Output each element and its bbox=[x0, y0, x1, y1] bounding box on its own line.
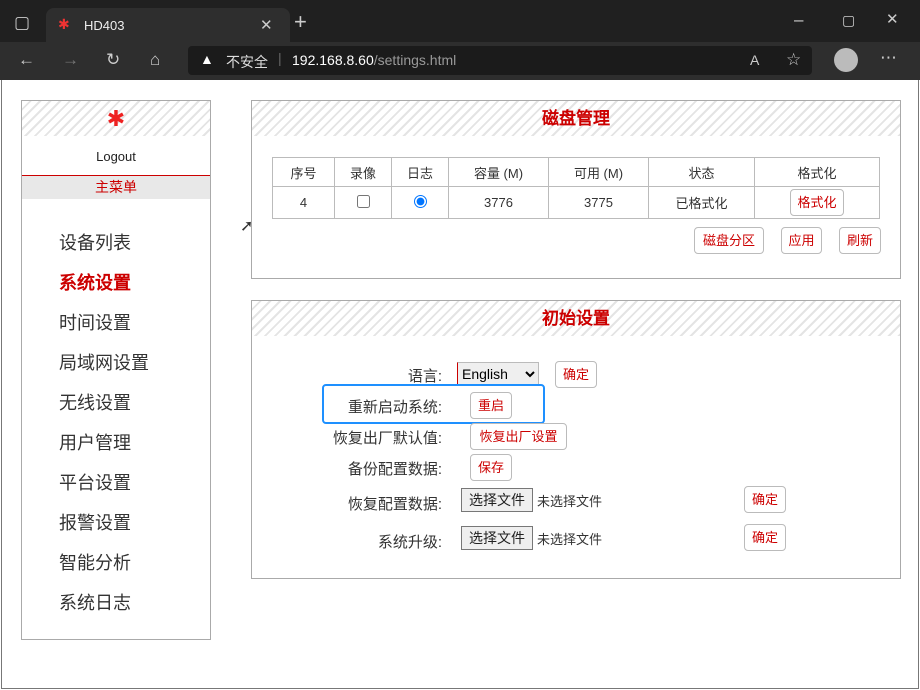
address-bar[interactable]: ▲ 不安全 | 192.168.8.60/settings.html A ☆ bbox=[188, 46, 812, 75]
maple-leaf-icon: ✱ bbox=[58, 16, 70, 32]
sidebar-item-lan[interactable]: 局域网设置 bbox=[59, 349, 149, 375]
mouse-cursor-icon: ➚ bbox=[240, 218, 254, 235]
security-label[interactable]: 不安全 bbox=[226, 52, 268, 72]
maple-leaf-logo-icon: ✱ bbox=[106, 106, 126, 131]
disk-index: 4 bbox=[272, 186, 335, 219]
sidebar-item-system-settings[interactable]: 系统设置 bbox=[59, 269, 131, 295]
url-path: /settings.html bbox=[373, 52, 457, 68]
upgrade-choose-file-button[interactable]: 选择文件 bbox=[461, 526, 533, 550]
close-tab-icon[interactable]: ✕ bbox=[260, 16, 273, 36]
factory-reset-label: 恢复出厂默认值: bbox=[332, 430, 442, 447]
forward-icon[interactable]: → bbox=[62, 50, 79, 70]
profile-avatar[interactable] bbox=[834, 48, 858, 72]
panel-title: 初始设置 bbox=[252, 301, 900, 336]
warning-icon: ▲ bbox=[200, 51, 214, 67]
reload-icon[interactable]: ↻ bbox=[106, 50, 120, 70]
sidebar-item-alarm[interactable]: 报警设置 bbox=[59, 509, 131, 535]
back-icon[interactable]: ← bbox=[18, 50, 35, 70]
maximize-icon[interactable]: ▢ bbox=[842, 10, 855, 30]
restore-confirm-button[interactable]: 确定 bbox=[744, 486, 786, 513]
home-icon[interactable]: ⌂ bbox=[150, 50, 160, 70]
tab-actions-icon[interactable]: ▢ bbox=[14, 13, 30, 33]
sidebar-item-platform[interactable]: 平台设置 bbox=[59, 469, 131, 495]
partition-button[interactable]: 磁盘分区 bbox=[694, 227, 764, 254]
more-icon[interactable]: ⋯ bbox=[880, 48, 897, 68]
sidebar-item-analytics[interactable]: 智能分析 bbox=[59, 549, 131, 575]
column-header: 日志 bbox=[391, 157, 449, 187]
reboot-label: 重新启动系统: bbox=[347, 399, 442, 416]
language-label: 语言: bbox=[407, 368, 442, 385]
language-confirm-button[interactable]: 确定 bbox=[555, 361, 597, 388]
sidebar-item-devices[interactable]: 设备列表 bbox=[59, 229, 131, 255]
sidebar-item-logs[interactable]: 系统日志 bbox=[59, 589, 131, 615]
browser-toolbar: ← → ↻ ⌂ ▲ 不安全 | 192.168.8.60/settings.ht… bbox=[0, 42, 920, 80]
apply-button[interactable]: 应用 bbox=[781, 227, 822, 254]
available: 3775 bbox=[548, 186, 649, 219]
url-host: 192.168.8.60 bbox=[292, 52, 374, 68]
table-row: 4 3776 3775 已格式化 格式化 bbox=[272, 186, 880, 219]
restore-label: 恢复配置数据: bbox=[347, 496, 442, 513]
new-tab-icon[interactable]: + bbox=[294, 11, 307, 33]
column-header: 录像 bbox=[334, 157, 392, 187]
log-radio[interactable] bbox=[413, 194, 427, 208]
restore-choose-file-button[interactable]: 选择文件 bbox=[461, 488, 533, 512]
restore-file-status: 未选择文件 bbox=[537, 494, 603, 509]
backup-save-button[interactable]: 保存 bbox=[470, 454, 512, 481]
upgrade-file-status: 未选择文件 bbox=[537, 532, 603, 547]
factory-reset-button[interactable]: 恢复出厂设置 bbox=[470, 423, 567, 450]
logout-link[interactable]: Logout bbox=[22, 149, 210, 164]
sidebar-item-wireless[interactable]: 无线设置 bbox=[59, 389, 131, 415]
minimize-icon[interactable]: – bbox=[794, 10, 803, 30]
capacity: 3776 bbox=[448, 186, 549, 219]
upgrade-confirm-button[interactable]: 确定 bbox=[744, 524, 786, 551]
divider: | bbox=[278, 50, 282, 66]
sidebar-item-users[interactable]: 用户管理 bbox=[59, 429, 131, 455]
browser-tab[interactable]: ✱ HD403 ✕ bbox=[46, 8, 290, 44]
format-button[interactable]: 格式化 bbox=[790, 189, 844, 216]
status: 已格式化 bbox=[648, 186, 755, 219]
column-header: 容量 (M) bbox=[448, 157, 549, 187]
backup-label: 备份配置数据: bbox=[347, 461, 442, 478]
reboot-button[interactable]: 重启 bbox=[470, 392, 512, 419]
record-checkbox[interactable] bbox=[356, 194, 370, 208]
language-select[interactable]: English bbox=[457, 362, 539, 386]
tab-title: HD403 bbox=[84, 18, 125, 33]
favorite-icon[interactable]: ☆ bbox=[786, 50, 801, 70]
column-header: 序号 bbox=[272, 157, 335, 187]
read-aloud-icon[interactable]: A bbox=[750, 50, 759, 70]
column-header: 可用 (M) bbox=[548, 157, 649, 187]
sidebar-item-time[interactable]: 时间设置 bbox=[59, 309, 131, 335]
panel-title: 磁盘管理 bbox=[252, 101, 900, 136]
logo-header: ✱ bbox=[22, 101, 210, 136]
tab-bar: ▢ ✱ HD403 ✕ + – ▢ ✕ bbox=[0, 0, 920, 44]
upgrade-label: 系统升级: bbox=[377, 534, 442, 551]
column-header: 状态 bbox=[648, 157, 755, 187]
main-menu-header: 主菜单 bbox=[22, 175, 210, 199]
refresh-button[interactable]: 刷新 bbox=[839, 227, 881, 254]
disk-table: 序号 录像 日志 容量 (M) 可用 (M) 状态 格式化 4 3776 377… bbox=[272, 157, 880, 219]
sidebar: ✱ Logout 主菜单 设备列表 系统设置 时间设置 局域网设置 无线设置 用… bbox=[21, 100, 211, 640]
disk-management-panel: 磁盘管理 序号 录像 日志 容量 (M) 可用 (M) 状态 格式化 4 377… bbox=[251, 100, 901, 279]
page-content: ✱ Logout 主菜单 设备列表 系统设置 时间设置 局域网设置 无线设置 用… bbox=[1, 80, 919, 689]
close-window-icon[interactable]: ✕ bbox=[886, 10, 899, 30]
column-header: 格式化 bbox=[754, 157, 880, 187]
